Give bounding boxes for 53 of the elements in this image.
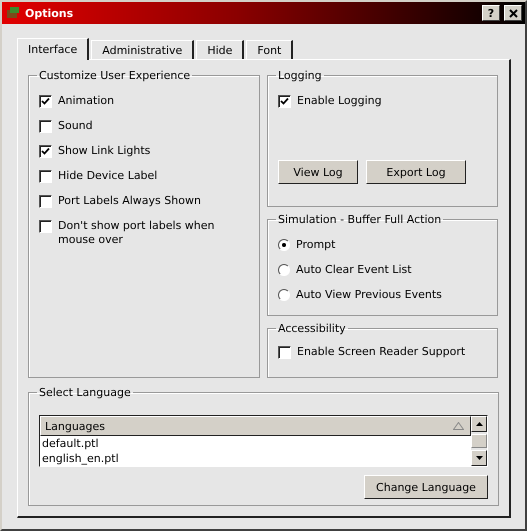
column-title: Languages: [45, 420, 106, 432]
close-button[interactable]: [504, 5, 522, 21]
checkbox-label: Port Labels Always Shown: [58, 194, 201, 208]
change-language-button[interactable]: Change Language: [364, 475, 488, 499]
group-title: Select Language: [38, 386, 132, 399]
radio-button[interactable]: [278, 264, 290, 276]
radio-dot-icon: [282, 243, 286, 247]
radio-button[interactable]: [278, 239, 290, 251]
tab[interactable]: Hide: [196, 40, 244, 59]
view-log-button[interactable]: View Log: [278, 160, 358, 184]
group-title: Customize User Experience: [38, 69, 192, 82]
radio-label: Prompt: [296, 238, 336, 252]
group-title: Logging: [277, 69, 323, 82]
checkbox[interactable]: [39, 195, 52, 208]
group-title: Accessibility: [277, 322, 347, 335]
radio-label: Auto Clear Event List: [296, 263, 412, 277]
checkbox[interactable]: [39, 95, 52, 108]
checkbox-label: Animation: [58, 94, 114, 108]
checkbox-label: Show Link Lights: [58, 144, 150, 158]
checkbox[interactable]: [278, 95, 291, 108]
checkmark-icon: [280, 97, 289, 106]
checkbox-label: Sound: [58, 119, 93, 133]
window-title: Options: [25, 6, 74, 20]
sort-icon: [453, 422, 464, 430]
checkbox[interactable]: [39, 145, 52, 158]
column-header[interactable]: Languages: [40, 416, 471, 436]
tab[interactable]: Administrative: [91, 40, 194, 59]
list-item[interactable]: default.ptl: [40, 436, 471, 451]
help-button[interactable]: ?: [482, 5, 500, 21]
radio-button[interactable]: [278, 289, 290, 301]
group-title: Simulation - Buffer Full Action: [277, 213, 442, 226]
checkbox-label: Don't show port labels when mouse over: [58, 219, 216, 247]
checkbox[interactable]: [39, 120, 52, 133]
close-icon: [508, 8, 518, 18]
app-icon: [5, 6, 21, 20]
export-log-button[interactable]: Export Log: [366, 160, 466, 184]
down-arrow-icon: [476, 456, 482, 460]
checkbox-label: Enable Screen Reader Support: [297, 345, 466, 359]
checkbox[interactable]: [278, 346, 291, 359]
tab[interactable]: Interface: [17, 38, 90, 60]
list-item[interactable]: english_en.ptl: [40, 451, 471, 466]
up-arrow-icon: [476, 422, 482, 426]
checkmark-icon: [41, 97, 50, 106]
radio-label: Auto View Previous Events: [296, 288, 442, 302]
scroll-down-button[interactable]: [471, 450, 487, 466]
scroll-up-button[interactable]: [471, 416, 487, 432]
checkmark-icon: [41, 147, 50, 156]
tab[interactable]: Font: [246, 40, 294, 59]
checkbox[interactable]: [39, 170, 52, 183]
scrollbar[interactable]: [471, 416, 487, 466]
checkbox-label: Hide Device Label: [58, 169, 158, 183]
checkbox-label: Enable Logging: [297, 94, 382, 108]
checkbox[interactable]: [39, 220, 52, 233]
